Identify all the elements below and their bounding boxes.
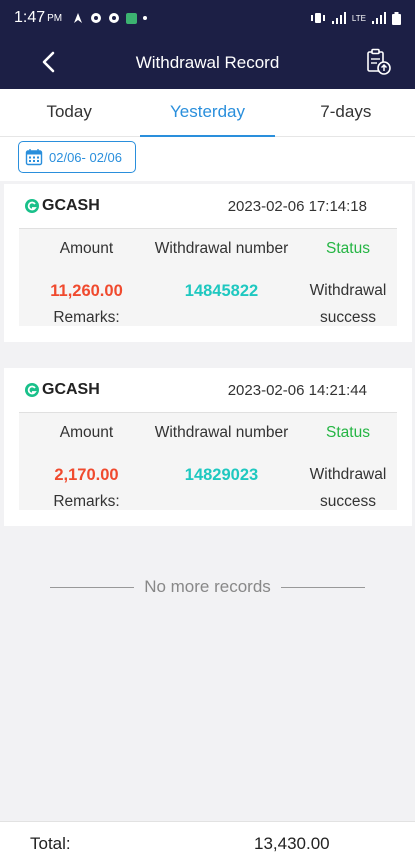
status-value-line2: success: [320, 493, 376, 510]
gcash-logo-icon: [25, 199, 39, 213]
no-more-records: No more records: [0, 575, 415, 599]
status-bar: 1:47 PM LTE: [0, 0, 415, 36]
payment-method-name: GCASH: [42, 197, 100, 214]
back-arrow-icon[interactable]: [36, 49, 62, 75]
record-datetime: 2023-02-06 14:21:44: [227, 381, 367, 399]
status-value-line2: success: [320, 309, 376, 326]
withdrawal-number-label: Withdrawal number: [154, 424, 289, 441]
amount-label: Amount: [59, 424, 114, 441]
date-range-tabs: Today Yesterday 7-days: [0, 89, 415, 137]
status-label: Status: [326, 240, 370, 257]
divider-line: [280, 586, 365, 588]
export-document-icon[interactable]: [363, 47, 393, 77]
total-footer: Total: 13,430.00: [0, 821, 415, 867]
navigation-arrow-icon: [74, 13, 83, 23]
payment-method: GCASH: [24, 197, 100, 215]
amount-label: Amount: [59, 240, 114, 257]
tab-yesterday[interactable]: Yesterday: [138, 89, 276, 137]
page-title: Withdrawal Record: [135, 52, 280, 72]
payment-method-name: GCASH: [42, 381, 100, 398]
dot-icon: [143, 16, 148, 20]
withdrawal-number-value: 14829023: [184, 466, 259, 484]
network-type: LTE: [351, 13, 366, 23]
record-datetime: 2023-02-06 17:14:18: [227, 197, 367, 215]
withdrawal-number-label: Withdrawal number: [154, 240, 289, 257]
status-value-line1: Withdrawal: [309, 466, 387, 483]
app-icon: [126, 12, 138, 24]
vibrate-icon: [310, 13, 325, 23]
calendar-icon: [25, 149, 43, 166]
chrome-icon: [91, 13, 102, 23]
record-details: Amount Withdrawal number Status 11,260.0…: [19, 228, 397, 326]
signal-icon: [331, 12, 346, 24]
notification-icons: [72, 12, 148, 24]
status-ampm: PM: [47, 12, 63, 24]
top-navigation-bar: Withdrawal Record: [0, 36, 415, 89]
signal-icon-2: [372, 12, 386, 24]
status-label: Status: [326, 424, 370, 441]
tab-today[interactable]: Today: [0, 89, 138, 136]
system-icons: LTE: [310, 11, 401, 25]
date-range-picker[interactable]: 02/06- 02/06: [18, 141, 136, 173]
date-range-text: 02/06- 02/06: [49, 149, 123, 165]
status-time: 1:47: [14, 9, 46, 26]
date-filter-bar: 02/06- 02/06: [0, 137, 415, 181]
withdrawal-number-value: 14845822: [184, 282, 259, 300]
tab-7-days[interactable]: 7-days: [277, 89, 415, 136]
record-card: GCASH 2023-02-06 17:14:18 Amount Withdra…: [4, 184, 412, 342]
record-card: GCASH 2023-02-06 14:21:44 Amount Withdra…: [4, 368, 412, 526]
divider-line: [50, 586, 135, 588]
status-value-line1: Withdrawal: [309, 282, 387, 299]
record-details: Amount Withdrawal number Status 2,170.00…: [19, 412, 397, 510]
remarks-label: Remarks:: [53, 493, 120, 510]
record-header: GCASH 2023-02-06 17:14:18: [4, 184, 412, 228]
battery-icon: [392, 11, 401, 25]
payment-method: GCASH: [24, 381, 100, 399]
total-value: 13,430.00: [254, 834, 330, 853]
amount-value: 2,170.00: [54, 466, 119, 484]
no-more-records-text: No more records: [144, 577, 271, 596]
record-header: GCASH 2023-02-06 14:21:44: [4, 368, 412, 412]
chrome-icon-2: [109, 13, 120, 23]
remarks-label: Remarks:: [53, 309, 120, 326]
amount-value: 11,260.00: [50, 282, 123, 300]
gcash-logo-icon: [25, 383, 39, 397]
total-label: Total:: [30, 834, 71, 853]
